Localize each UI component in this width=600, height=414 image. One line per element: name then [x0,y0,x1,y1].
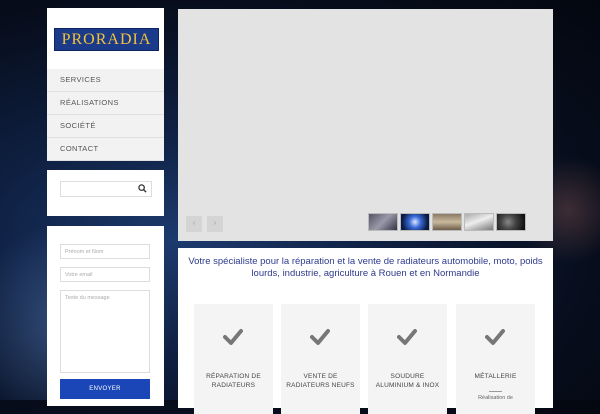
check-icon [397,329,417,345]
image-slider: ‹ › [178,9,553,241]
service-card-soudure[interactable]: SOUDURE ALUMINIUM & INOX [368,304,447,414]
name-field[interactable]: Prénom et Nom [60,244,150,259]
slider-thumbnails [368,213,526,231]
logo-text: PRORADIA [61,30,152,48]
service-card-reparation[interactable]: RÉPARATION DE RADIATEURS [194,304,273,414]
service-card-metallerie[interactable]: MÉTALLERIE Réalisation de [456,304,535,414]
intro-tagline: Votre spécialiste pour la réparation et … [188,256,543,279]
menu-item-societe[interactable]: SOCIÉTÉ [47,115,164,138]
main-menu: SERVICES RÉALISATIONS SOCIÉTÉ CONTACT [47,69,164,161]
service-label: MÉTALLERIE [474,373,517,380]
menu-item-services[interactable]: SERVICES [47,69,164,92]
search-input[interactable] [60,181,152,197]
slider-thumbnail[interactable] [400,213,430,231]
slider-thumbnail[interactable] [368,213,398,231]
service-label: SOUDURE ALUMINIUM & INOX [375,373,440,389]
slider-next-button[interactable]: › [207,216,223,232]
menu-item-realisations[interactable]: RÉALISATIONS [47,92,164,115]
check-icon [310,329,330,345]
contact-form-panel: Prénom et Nom Votre email Texte du messa… [47,226,164,406]
slider-thumbnail[interactable] [432,213,462,231]
divider [489,391,502,392]
search-icon[interactable] [138,184,147,193]
service-card-vente[interactable]: VENTE DE RADIATEURS NEUFS [281,304,360,414]
send-button[interactable]: ENVOYER [60,379,150,399]
check-icon [223,329,243,345]
site-logo[interactable]: PRORADIA [54,28,159,51]
menu-item-contact[interactable]: CONTACT [47,138,164,161]
search-panel [47,170,164,216]
slider-prev-button[interactable]: ‹ [186,216,202,232]
service-label: VENTE DE RADIATEURS NEUFS [286,373,355,389]
message-field[interactable]: Texte du message [60,290,150,373]
service-sublabel: Réalisation de [478,395,513,401]
service-label: RÉPARATION DE RADIATEURS [206,373,261,389]
slider-thumbnail[interactable] [496,213,526,231]
slider-thumbnail[interactable] [464,213,494,231]
intro-section: Votre spécialiste pour la réparation et … [178,248,553,414]
check-icon [485,329,505,345]
email-field[interactable]: Votre email [60,267,150,282]
logo-menu-panel: PRORADIA SERVICES RÉALISATIONS SOCIÉTÉ C… [47,8,164,161]
